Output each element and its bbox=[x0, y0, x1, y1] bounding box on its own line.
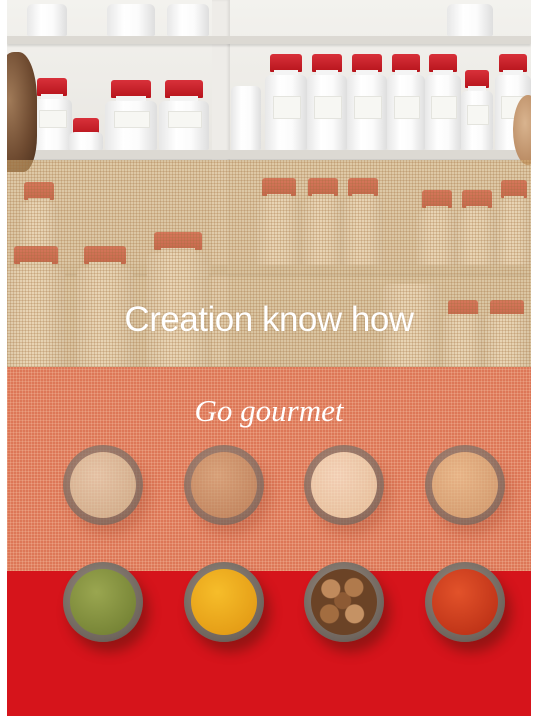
flyer-page: Creation know how Go gourmet bbox=[7, 0, 531, 716]
shelf-board-top bbox=[7, 36, 531, 44]
bottle bbox=[159, 80, 209, 150]
bottle bbox=[461, 70, 493, 150]
headline: Creation know how bbox=[124, 300, 414, 339]
spice-fill bbox=[311, 569, 377, 635]
nutmeg-bowl bbox=[304, 562, 384, 642]
paprika-bowl bbox=[425, 562, 505, 642]
bottle bbox=[107, 4, 155, 36]
spice-fill bbox=[70, 569, 136, 635]
bottle bbox=[231, 86, 261, 150]
bottle bbox=[425, 54, 461, 150]
spice-fill bbox=[70, 452, 136, 518]
green-herb-bowl bbox=[63, 562, 143, 642]
bottle bbox=[32, 78, 72, 150]
spice-fill bbox=[432, 569, 498, 635]
white-powder-bowl bbox=[63, 445, 143, 525]
spice-fill bbox=[191, 452, 257, 518]
spice-fill bbox=[432, 452, 498, 518]
spice-fill bbox=[191, 569, 257, 635]
bottle bbox=[265, 54, 307, 150]
bottle bbox=[387, 54, 425, 150]
subtitle: Go gourmet bbox=[194, 393, 344, 428]
bottle bbox=[27, 4, 67, 36]
beige-powder-bowl bbox=[425, 445, 505, 525]
turmeric-bowl bbox=[184, 562, 264, 642]
bottle bbox=[105, 80, 157, 150]
bottle bbox=[307, 54, 347, 150]
bottle bbox=[347, 54, 387, 150]
person-left bbox=[7, 52, 37, 172]
bottle bbox=[167, 4, 209, 36]
brown-powder-bowl bbox=[184, 445, 264, 525]
spice-fill bbox=[311, 452, 377, 518]
cream-powder-bowl bbox=[304, 445, 384, 525]
bottle bbox=[69, 118, 103, 150]
shelf-board-middle bbox=[7, 150, 531, 159]
bottle bbox=[447, 4, 493, 36]
